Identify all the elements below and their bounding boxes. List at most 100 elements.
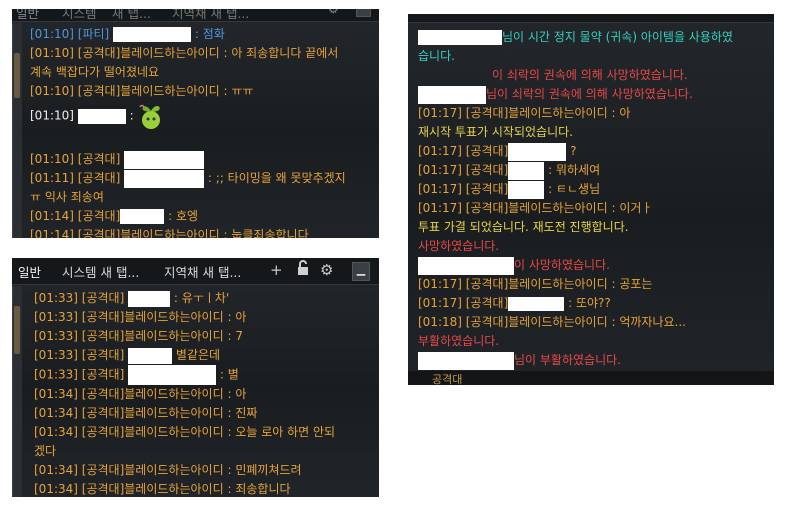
scrollbar-thumb[interactable] (14, 306, 20, 354)
channel-tag: [공격대] (81, 348, 125, 362)
timestamp: [01:33] (34, 367, 78, 382)
channel-tag: [공격대] (77, 84, 121, 98)
sender-name[interactable]: 블레이드하는아이디 (124, 406, 223, 420)
message-text: : 별 (219, 367, 239, 382)
message-text: : 아 (227, 387, 247, 401)
chat-line: [01:33] [공격대] : 별 (34, 365, 335, 385)
chat-line: [01:10] [공격대]블레이드하는아이디 : ㅠㅠ (30, 82, 346, 101)
sender-name[interactable]: 블레이드하는아이디 (124, 482, 223, 496)
redacted-name (508, 180, 545, 199)
timestamp: [01:17] (418, 106, 462, 120)
timestamp: [01:18] (418, 315, 462, 329)
channel-tag: [공격대] (465, 315, 509, 329)
message-text: : 7 (227, 329, 243, 343)
channel-tag: [공격대] (465, 144, 509, 158)
sender-name[interactable]: 블레이드하는아이디 (124, 425, 223, 439)
redacted-name (77, 108, 126, 124)
channel-tag: [공격대] (465, 163, 509, 177)
message-text: 님이 쇠락의 권속에 의해 사망하였습니다. (486, 87, 693, 101)
chat-window-3: 님이 시간 정지 물약 (귀속) 아이템을 사용하였 습니다. 이 쇠락의 권속… (408, 14, 774, 385)
minimize-button[interactable]: ▁ (352, 262, 370, 281)
tab-new[interactable]: 새 탭... (112, 9, 151, 22)
chat-messages: 님이 시간 정지 물약 (귀속) 아이템을 사용하였 습니다. 이 쇠락의 권속… (418, 28, 733, 370)
scrollbar[interactable] (12, 23, 22, 238)
system-line: 사망하였습니다. (418, 239, 500, 253)
system-line-continued: 습니다. (418, 49, 455, 63)
message-text: : 민폐끼쳐드려 (227, 463, 302, 477)
sender-name[interactable]: 블레이드하는아이디 (120, 228, 219, 238)
timestamp: [01:10] (30, 27, 74, 41)
timestamp: [01:17] (418, 201, 462, 215)
redacted-name (124, 169, 205, 188)
sender-name[interactable]: 블레이드하는아이디 (124, 310, 223, 324)
sender-name[interactable]: 블레이드하는아이디 (508, 315, 607, 329)
timestamp: [01:10] (30, 46, 74, 60)
message-text: 님이 부활하였습니다. (514, 353, 621, 367)
sender-name[interactable]: 블레이드하는아이디 (120, 46, 219, 60)
bottom-tab-label[interactable]: 공격대 (432, 373, 462, 385)
timestamp: [01:33] (34, 291, 78, 305)
message-text: : 공포는 (611, 277, 653, 291)
channel-tag: [공격대] (465, 277, 509, 291)
redacted-name (128, 365, 217, 385)
message-text: : 호엥 (168, 209, 199, 223)
redacted-name (418, 351, 514, 370)
tab-regional[interactable]: 지역채 새 탭... (172, 9, 249, 22)
sender-name[interactable]: 블레이드하는아이디 (124, 463, 223, 477)
redacted-name (113, 27, 192, 42)
channel-tag: [공격대] (77, 46, 121, 60)
channel-tag: [공격대] (81, 310, 125, 324)
message-text: : 죄송합니다 (227, 482, 291, 496)
timestamp: [01:34] (34, 406, 78, 420)
timestamp: [01:33] (34, 310, 78, 324)
chat-line: [01:34] [공격대]블레이드하는아이디 : 죄송합니다 (34, 480, 335, 497)
message-text: : ㅌㄴ생님 (548, 182, 601, 196)
tab-system[interactable]: 시스템 (62, 9, 97, 22)
gear-icon[interactable]: ⚙ (328, 9, 339, 16)
minimize-button[interactable] (356, 9, 371, 17)
scrollbar-thumb[interactable] (14, 53, 20, 98)
message-text: : 유ㅜㅣ차' (173, 291, 230, 305)
chat-messages: [01:33] [공격대] : 유ㅜㅣ차' [01:33] [공격대]블레이드하… (34, 289, 335, 497)
scrollbar[interactable] (12, 286, 22, 497)
message-text: : 또야?? (568, 296, 611, 310)
timestamp: [01:17] (418, 182, 462, 196)
channel-tag: [공격대] (465, 296, 509, 310)
add-tab-button[interactable]: + (270, 261, 283, 279)
message-text: : 뭐하세여 (548, 163, 601, 177)
chat-line: [01:33] [공격대] : 유ㅜㅣ차' (34, 289, 335, 308)
sender-name[interactable]: 블레이드하는아이디 (120, 84, 219, 98)
chat-line: [01:34] [공격대]블레이드하는아이디 : 오늘 로아 하면 안되 (34, 423, 335, 442)
channel-tag: [공격대] (81, 291, 125, 305)
chat-window-2: 일반 시스템 새 탭... 지역채 새 탭... + ⚙ ▁ [01:33] [… (12, 258, 379, 497)
chat-line: [01:14] [공격대]블레이드하는아이디 : 눕클죄송합니다 (30, 226, 346, 238)
tab-general[interactable]: 일반 (16, 9, 39, 22)
sender-name[interactable]: 블레이드하는아이디 (508, 277, 607, 291)
timestamp: [01:17] (418, 277, 462, 291)
chat-tab-bar: 일반 시스템 새 탭... 지역채 새 탭... ⚙ (12, 9, 379, 22)
message-text: 님이 시간 정지 물약 (귀속) 아이템을 사용하였 (502, 30, 733, 44)
chat-line-continued: 계속 백잡다가 떨어졌네요 (30, 65, 160, 79)
message-text: : 이거ㅏ (611, 201, 653, 215)
tab-general[interactable]: 일반 (18, 262, 41, 281)
sender-name[interactable]: 블레이드하는아이디 (124, 329, 223, 343)
chat-window-1: 일반 시스템 새 탭... 지역채 새 탭... ⚙ [01:10] [파티] … (12, 9, 379, 238)
redacted-name (418, 256, 514, 275)
sender-name[interactable]: 블레이드하는아이디 (508, 106, 607, 120)
chat-line: [01:10] [공격대]블레이드하는아이디 : 아 죄송합니다 끝에서 (30, 44, 346, 63)
channel-tag: [공격대] (77, 228, 121, 238)
sender-name[interactable]: 블레이드하는아이디 (124, 387, 223, 401)
timestamp: [01:10] (30, 152, 74, 166)
chat-line: [01:17] [공격대] : 뭐하세여 (418, 161, 733, 180)
tab-system-new[interactable]: 시스템 새 탭... (62, 262, 139, 281)
message-text: : (129, 108, 134, 123)
chat-line: [01:34] [공격대]블레이드하는아이디 : 아 (34, 385, 335, 404)
sender-name[interactable]: 블레이드하는아이디 (508, 201, 607, 215)
gear-icon[interactable]: ⚙ (320, 261, 333, 279)
emoticon-sprout-icon (137, 101, 165, 131)
channel-tag: [공격대] (81, 425, 125, 439)
system-line: 이 쇠락의 권속에 의해 사망하였습니다. (418, 66, 733, 85)
tab-regional-new[interactable]: 지역채 새 탭... (164, 262, 241, 281)
lock-icon[interactable] (296, 260, 310, 280)
channel-tag: [공격대] (77, 152, 121, 166)
